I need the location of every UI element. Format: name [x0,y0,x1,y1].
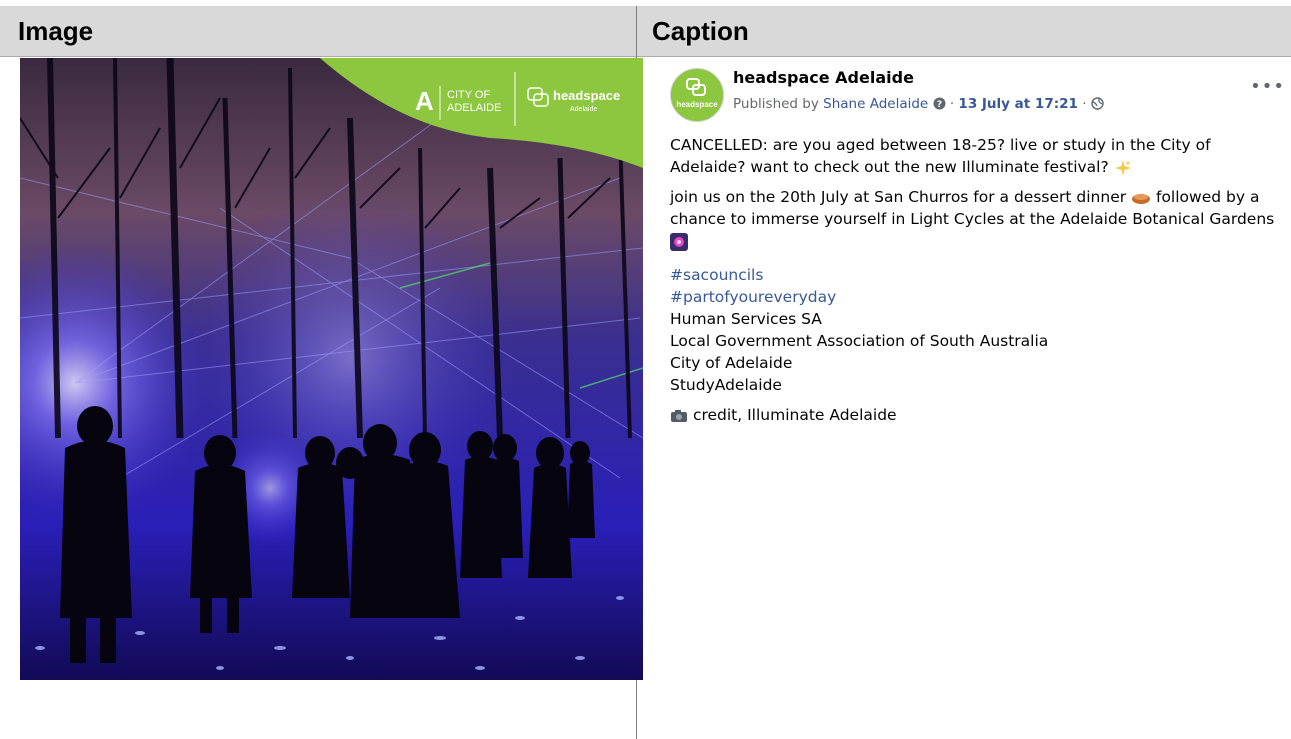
svg-text:headspace: headspace [676,100,718,109]
page-name-link[interactable]: headspace Adelaide [733,68,914,87]
table-header-row: Image Caption [0,6,1291,57]
svg-text:headspace: headspace [553,88,620,103]
more-options-button[interactable]: ••• [1250,76,1285,97]
tagged-page[interactable]: City of Adelaide [670,352,1285,374]
help-icon[interactable]: ? [933,97,946,110]
sparkles-icon [1114,159,1131,176]
svg-text:CITY OF: CITY OF [447,89,490,101]
camera-icon [671,409,687,422]
post-timestamp-link[interactable]: 13 July at 17:21 [958,96,1077,112]
page-avatar[interactable]: headspace [670,68,724,122]
image-column-header: Image [18,16,94,46]
tagged-page[interactable]: StudyAdelaide [670,374,1285,396]
caption-column-header: Caption [652,16,749,46]
food-icon [1132,193,1151,204]
post-paragraph-1: CANCELLED: are you aged between 18-25? l… [670,136,1211,176]
post-image: A CITY OF ADELAIDE headspace Adelaide [20,58,643,680]
hashtag-link[interactable]: #partofyoureveryday [670,286,1285,308]
meta-separator: · [949,96,955,112]
fireworks-icon [670,232,688,251]
hashtag-link[interactable]: #sacouncils [670,264,1285,286]
svg-text:?: ? [936,100,941,110]
svg-text:ADELAIDE: ADELAIDE [447,102,501,114]
published-by-label: Published by [733,96,819,112]
post-meta: Published by Shane Adelaide ? · 13 July … [733,96,1104,112]
globe-icon[interactable] [1091,97,1104,110]
svg-text:Adelaide: Adelaide [570,106,597,113]
post-tags: #sacouncils #partofyoureveryday Human Se… [670,264,1285,396]
post-paragraph-2: join us on the 20th July at San Churros … [670,186,1285,252]
tagged-page[interactable]: Human Services SA [670,308,1285,330]
photo-credit: credit, Illuminate Adelaide [670,404,1285,426]
tagged-page[interactable]: Local Government Association of South Au… [670,330,1285,352]
meta-separator: · [1082,96,1087,112]
publisher-link[interactable]: Shane Adelaide [823,96,928,112]
post-body: CANCELLED: are you aged between 18-25? l… [670,134,1285,434]
headspace-avatar-icon: headspace [676,78,718,109]
svg-text:A: A [415,86,434,116]
